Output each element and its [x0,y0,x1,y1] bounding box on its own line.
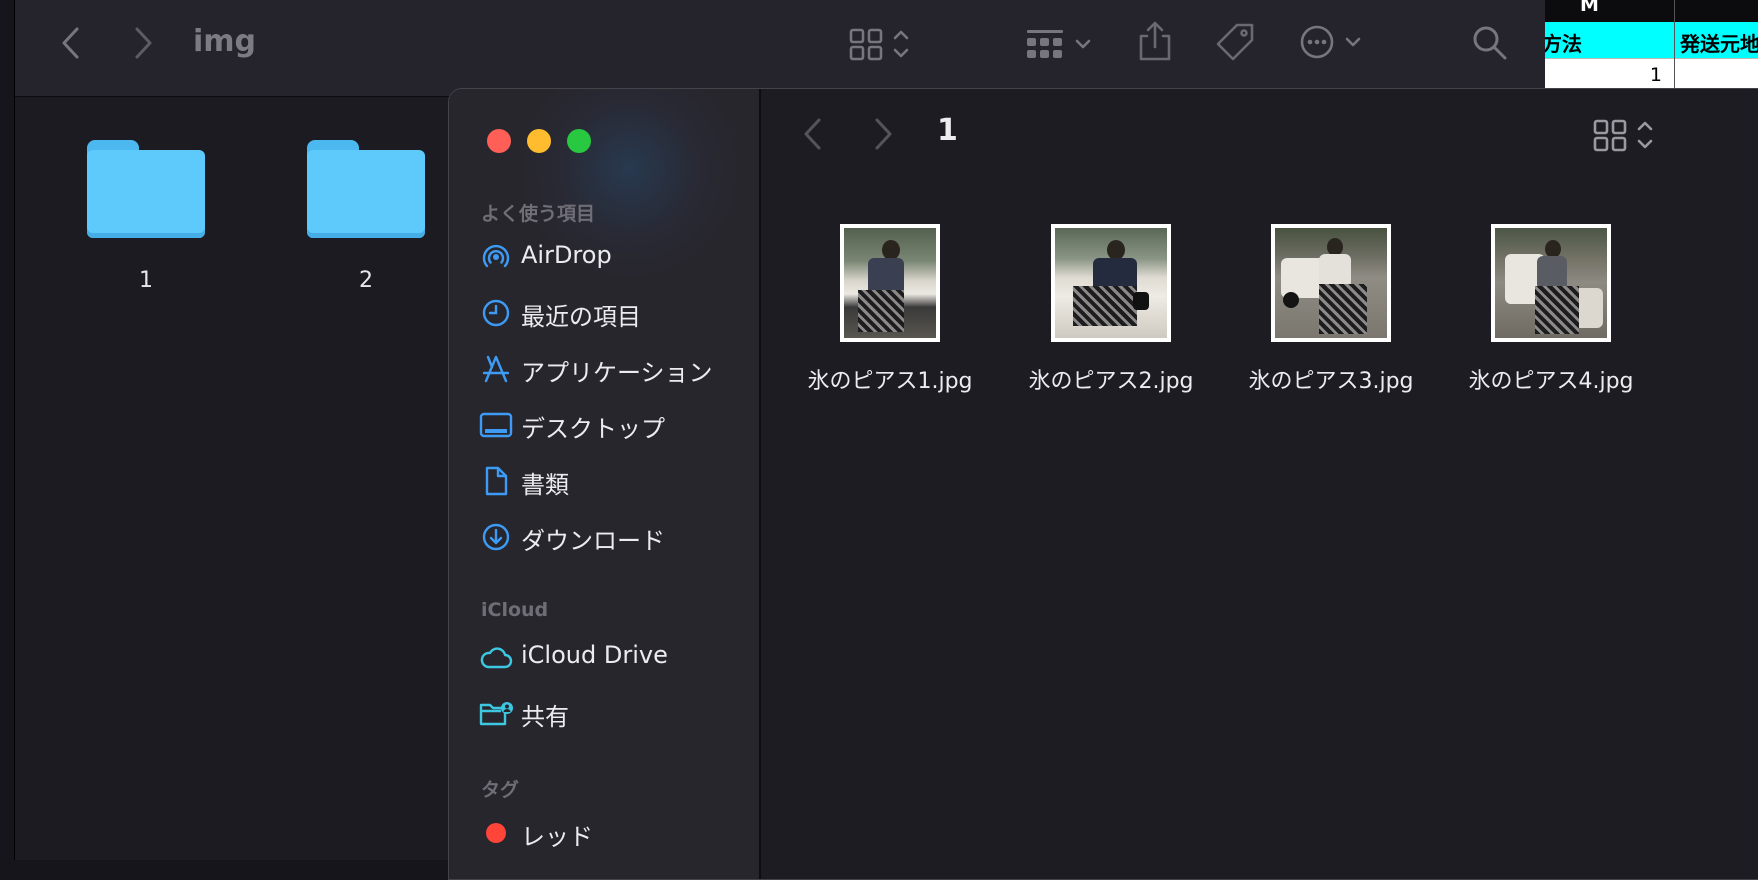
tags-heading: タグ [481,779,520,801]
window-title: 1 [937,113,958,148]
sidebar-item-desktop[interactable]: デスクトップ [479,405,749,445]
sidebar-item-label: 書類 [521,471,569,499]
forward-chevron-icon[interactable] [131,26,155,60]
back-window-title: img [193,24,257,59]
sidebar-item-shared[interactable]: 共有 [479,693,749,733]
sidebar-item-label: レッド [521,823,593,851]
group-view-icon[interactable] [1025,26,1105,62]
red-tag-dot-icon [486,823,506,843]
sidebar-item-label: アプリケーション [521,359,713,387]
clock-icon [482,299,510,327]
sidebar-item-label: ダウンロード [521,527,665,555]
column-header: M [1540,0,1758,23]
sidebar-item-label: デスクトップ [521,415,665,443]
sidebar-item-label: iCloud Drive [521,641,668,669]
tag-icon[interactable] [1213,22,1257,62]
grid-view-icon[interactable] [849,26,913,62]
file-name[interactable]: 氷のピアス2.jpg [1001,363,1221,395]
file-thumbnail[interactable] [840,224,940,342]
icloud-heading: iCloud [481,599,549,621]
sidebar-item-label: 最近の項目 [521,303,641,331]
header-cell-method[interactable]: 方法 [1542,28,1582,57]
cloud-icon [480,647,513,669]
back-chevron-icon[interactable] [59,26,83,60]
grid-view-icon[interactable] [1593,117,1663,153]
back-window-toolbar: img [15,0,1545,97]
file-thumbnail[interactable] [1051,224,1171,342]
sidebar-item-applications[interactable]: アプリケーション [479,349,749,389]
forward-chevron-icon[interactable] [871,117,895,151]
folder-icon[interactable] [307,138,425,238]
airdrop-icon [482,244,510,268]
file-thumbnail[interactable] [1491,224,1611,342]
file-name[interactable]: 氷のピアス4.jpg [1441,363,1661,395]
header-cell-origin[interactable]: 発送元地 [1680,28,1758,57]
desktop-icon [479,412,513,438]
folder-label[interactable]: 2 [307,268,425,293]
folder-label[interactable]: 1 [87,268,205,293]
favorites-heading: よく使う項目 [481,203,596,225]
file-name[interactable]: 氷のピアス3.jpg [1221,363,1441,395]
background-spreadsheet: M 方法 発送元地 1 [1540,0,1758,90]
sidebar-item-documents[interactable]: 書類 [479,461,749,501]
applications-icon [482,355,510,383]
shared-folder-icon [479,702,513,726]
column-separator [1674,0,1675,90]
more-actions-icon[interactable] [1299,24,1375,60]
sidebar-item-icloud-drive[interactable]: iCloud Drive [479,637,749,677]
content-area: 1 氷のピアス1.jpg 氷のピアス2.jpg 氷のピアス3.jpg 氷のピアス… [761,89,1758,879]
download-icon [482,523,510,551]
file-thumbnail[interactable] [1271,224,1391,342]
file-name[interactable]: 氷のピアス1.jpg [780,363,1000,395]
minimize-button[interactable] [527,129,551,153]
sidebar: よく使う項目 AirDrop 最近の項目 アプリケーション デスクトップ 書類 … [449,89,761,879]
search-icon[interactable] [1471,24,1509,62]
front-finder-window: よく使う項目 AirDrop 最近の項目 アプリケーション デスクトップ 書類 … [448,88,1758,880]
sidebar-item-label: 共有 [521,703,569,731]
sidebar-item-recents[interactable]: 最近の項目 [479,293,749,333]
share-icon[interactable] [1137,20,1173,62]
folder-icon[interactable] [87,138,205,238]
value-cell[interactable]: 1 [1650,64,1662,86]
sidebar-item-downloads[interactable]: ダウンロード [479,517,749,557]
sidebar-item-label: AirDrop [521,241,612,269]
sidebar-item-tag-red[interactable]: レッド [479,813,749,853]
back-chevron-icon[interactable] [801,117,825,151]
close-button[interactable] [487,129,511,153]
sidebar-item-airdrop[interactable]: AirDrop [479,237,749,277]
document-icon [485,466,508,496]
column-letter: M [1580,0,1599,16]
zoom-button[interactable] [567,129,591,153]
